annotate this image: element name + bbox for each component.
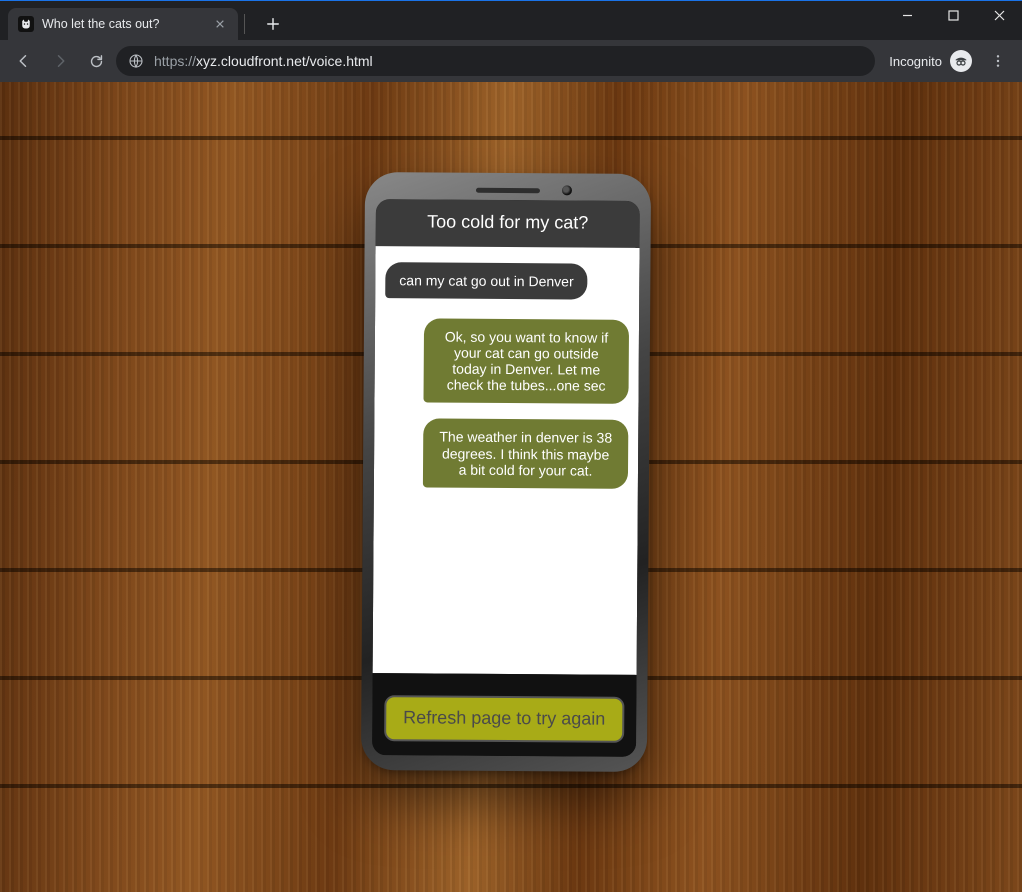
browser-menu-button[interactable] <box>982 45 1014 77</box>
phone-screen: Too cold for my cat? can my cat go out i… <box>372 199 640 757</box>
tab-strip: Who let the cats out? <box>0 0 1022 40</box>
window-minimize-button[interactable] <box>884 0 930 30</box>
incognito-icon <box>950 50 972 72</box>
incognito-label: Incognito <box>889 54 942 69</box>
tab-close-button[interactable] <box>212 16 228 32</box>
address-bar[interactable]: https://xyz.cloudfront.net/voice.html <box>116 46 875 76</box>
window-controls <box>884 0 1022 30</box>
window-maximize-button[interactable] <box>930 0 976 30</box>
window-close-button[interactable] <box>976 0 1022 30</box>
nav-back-button[interactable] <box>8 45 40 77</box>
site-info-globe-icon[interactable] <box>128 53 144 69</box>
chat-message-bot: Ok, so you want to know if your cat can … <box>424 319 630 405</box>
nav-reload-button[interactable] <box>80 45 112 77</box>
phone-mockup: Too cold for my cat? can my cat go out i… <box>364 175 648 769</box>
refresh-button[interactable]: Refresh page to try again <box>384 696 624 743</box>
app-header-title: Too cold for my cat? <box>376 199 640 248</box>
incognito-badge[interactable]: Incognito <box>879 50 978 72</box>
url-scheme: https:// <box>154 53 196 69</box>
page-viewport: Too cold for my cat? can my cat go out i… <box>0 82 1022 892</box>
tab-title: Who let the cats out? <box>42 17 159 31</box>
browser-toolbar: https://xyz.cloudfront.net/voice.html In… <box>0 40 1022 82</box>
phone-speaker <box>476 188 540 193</box>
browser-tab[interactable]: Who let the cats out? <box>8 8 238 40</box>
new-tab-button[interactable] <box>259 10 287 38</box>
chat-message-user: can my cat go out in Denver <box>385 262 588 300</box>
chat-transcript: can my cat go out in Denver Ok, so you w… <box>373 246 640 675</box>
app-footer: Refresh page to try again <box>372 673 637 756</box>
url-text: https://xyz.cloudfront.net/voice.html <box>154 53 373 69</box>
window-active-border <box>0 0 1022 1</box>
url-host-path: xyz.cloudfront.net/voice.html <box>196 53 373 69</box>
tab-separator <box>244 14 245 34</box>
chat-message-bot: The weather in denver is 38 degrees. I t… <box>423 419 628 489</box>
nav-forward-button[interactable] <box>44 45 76 77</box>
phone-front-camera <box>562 185 572 195</box>
tab-favicon-cat-icon <box>18 16 34 32</box>
cat-weather-app: Too cold for my cat? can my cat go out i… <box>372 199 640 757</box>
